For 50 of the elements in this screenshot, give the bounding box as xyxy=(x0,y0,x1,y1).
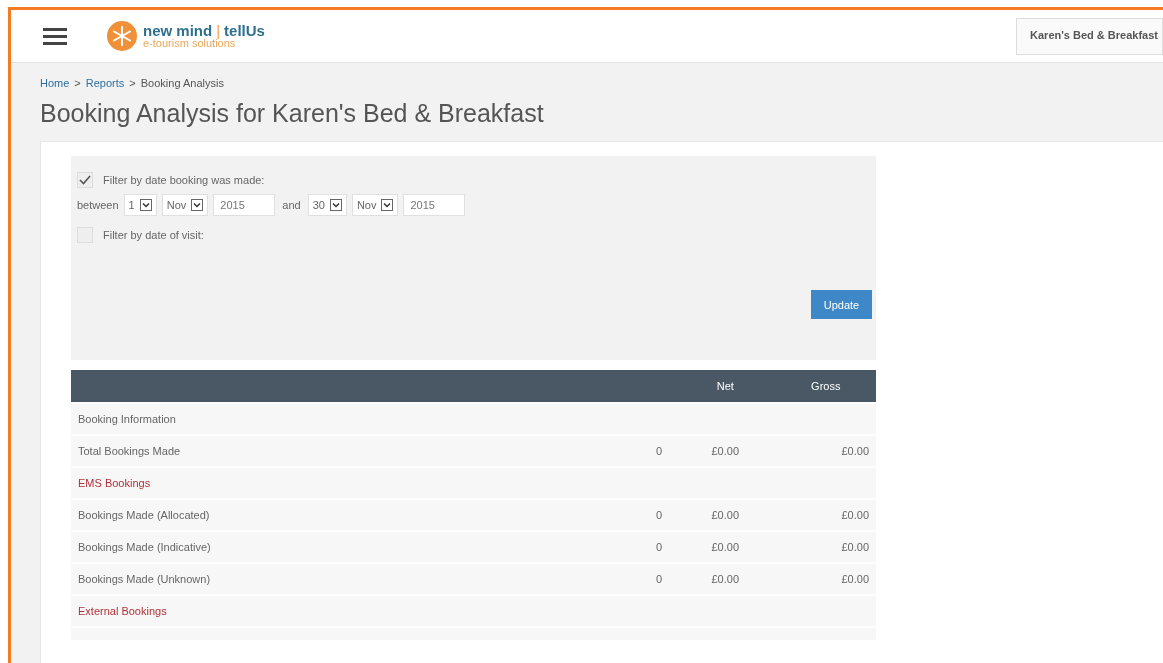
update-button[interactable]: Update xyxy=(811,290,872,319)
checkbox[interactable] xyxy=(77,172,93,188)
count-cell: 0 xyxy=(643,564,675,594)
group-heading: External Bookings xyxy=(71,596,876,626)
row-label: Bookings Made (Unknown) xyxy=(71,564,643,594)
row-label: Total Bookings Made xyxy=(71,436,643,466)
logo-tagline: e-tourism solutions xyxy=(143,38,237,49)
breadcrumb-separator: > xyxy=(129,77,136,89)
gross-cell: £0.00 xyxy=(775,436,876,466)
count-cell: 0 xyxy=(643,500,675,530)
net-cell: £0.00 xyxy=(675,500,776,530)
net-cell: £0.00 xyxy=(675,436,776,466)
count-cell: 0 xyxy=(643,532,675,562)
logo-brand: new mind xyxy=(143,23,213,38)
range-label: and xyxy=(282,199,301,211)
dropdown[interactable]: 1 xyxy=(123,194,157,216)
breadcrumb-separator: > xyxy=(74,77,81,89)
net-cell: £0.00 xyxy=(675,564,776,594)
gross-cell: £0.00 xyxy=(775,500,876,530)
section-heading: Booking Information xyxy=(71,404,876,434)
breadcrumb-link[interactable]: Reports xyxy=(85,77,125,89)
year-field[interactable]: 2015 xyxy=(213,194,276,216)
logo-product: tellUs xyxy=(224,23,265,38)
page-title: Booking Analysis for Karen's Bed & Breakfast xyxy=(40,99,545,128)
dropdown-arrow-icon xyxy=(381,199,394,211)
row-label: Bookings Made (Indicative) xyxy=(71,532,643,562)
dropdown-arrow-icon xyxy=(191,199,204,211)
dropdown[interactable]: Nov xyxy=(351,194,399,216)
gross-cell: £0.00 xyxy=(775,564,876,594)
checkbox-label: Filter by date booking was made: xyxy=(103,174,265,186)
checkbox-label: Filter by date of visit: xyxy=(103,229,204,241)
row-label: Bookings Made (Allocated) xyxy=(71,500,643,530)
logo-icon xyxy=(107,21,137,51)
account-button[interactable]: Karen's Bed & Breakfast xyxy=(1016,17,1163,55)
dropdown[interactable]: Nov xyxy=(161,194,209,216)
breadcrumb-link[interactable]: Home xyxy=(40,77,70,89)
logo-separator: | xyxy=(216,23,221,38)
count-cell: 0 xyxy=(643,436,675,466)
breadcrumb-current: Booking Analysis xyxy=(140,77,224,89)
column-header: Gross xyxy=(775,370,876,402)
net-cell: £0.00 xyxy=(675,532,776,562)
column-header: Net xyxy=(675,370,776,402)
dropdown[interactable]: 30 xyxy=(307,194,347,216)
year-field[interactable]: 2015 xyxy=(403,194,466,216)
menu-icon[interactable] xyxy=(43,27,67,45)
dropdown-arrow-icon xyxy=(139,199,152,211)
group-heading: EMS Bookings xyxy=(71,468,876,498)
range-label: between xyxy=(77,199,119,211)
dropdown-arrow-icon xyxy=(329,199,342,211)
gross-cell: £0.00 xyxy=(775,532,876,562)
